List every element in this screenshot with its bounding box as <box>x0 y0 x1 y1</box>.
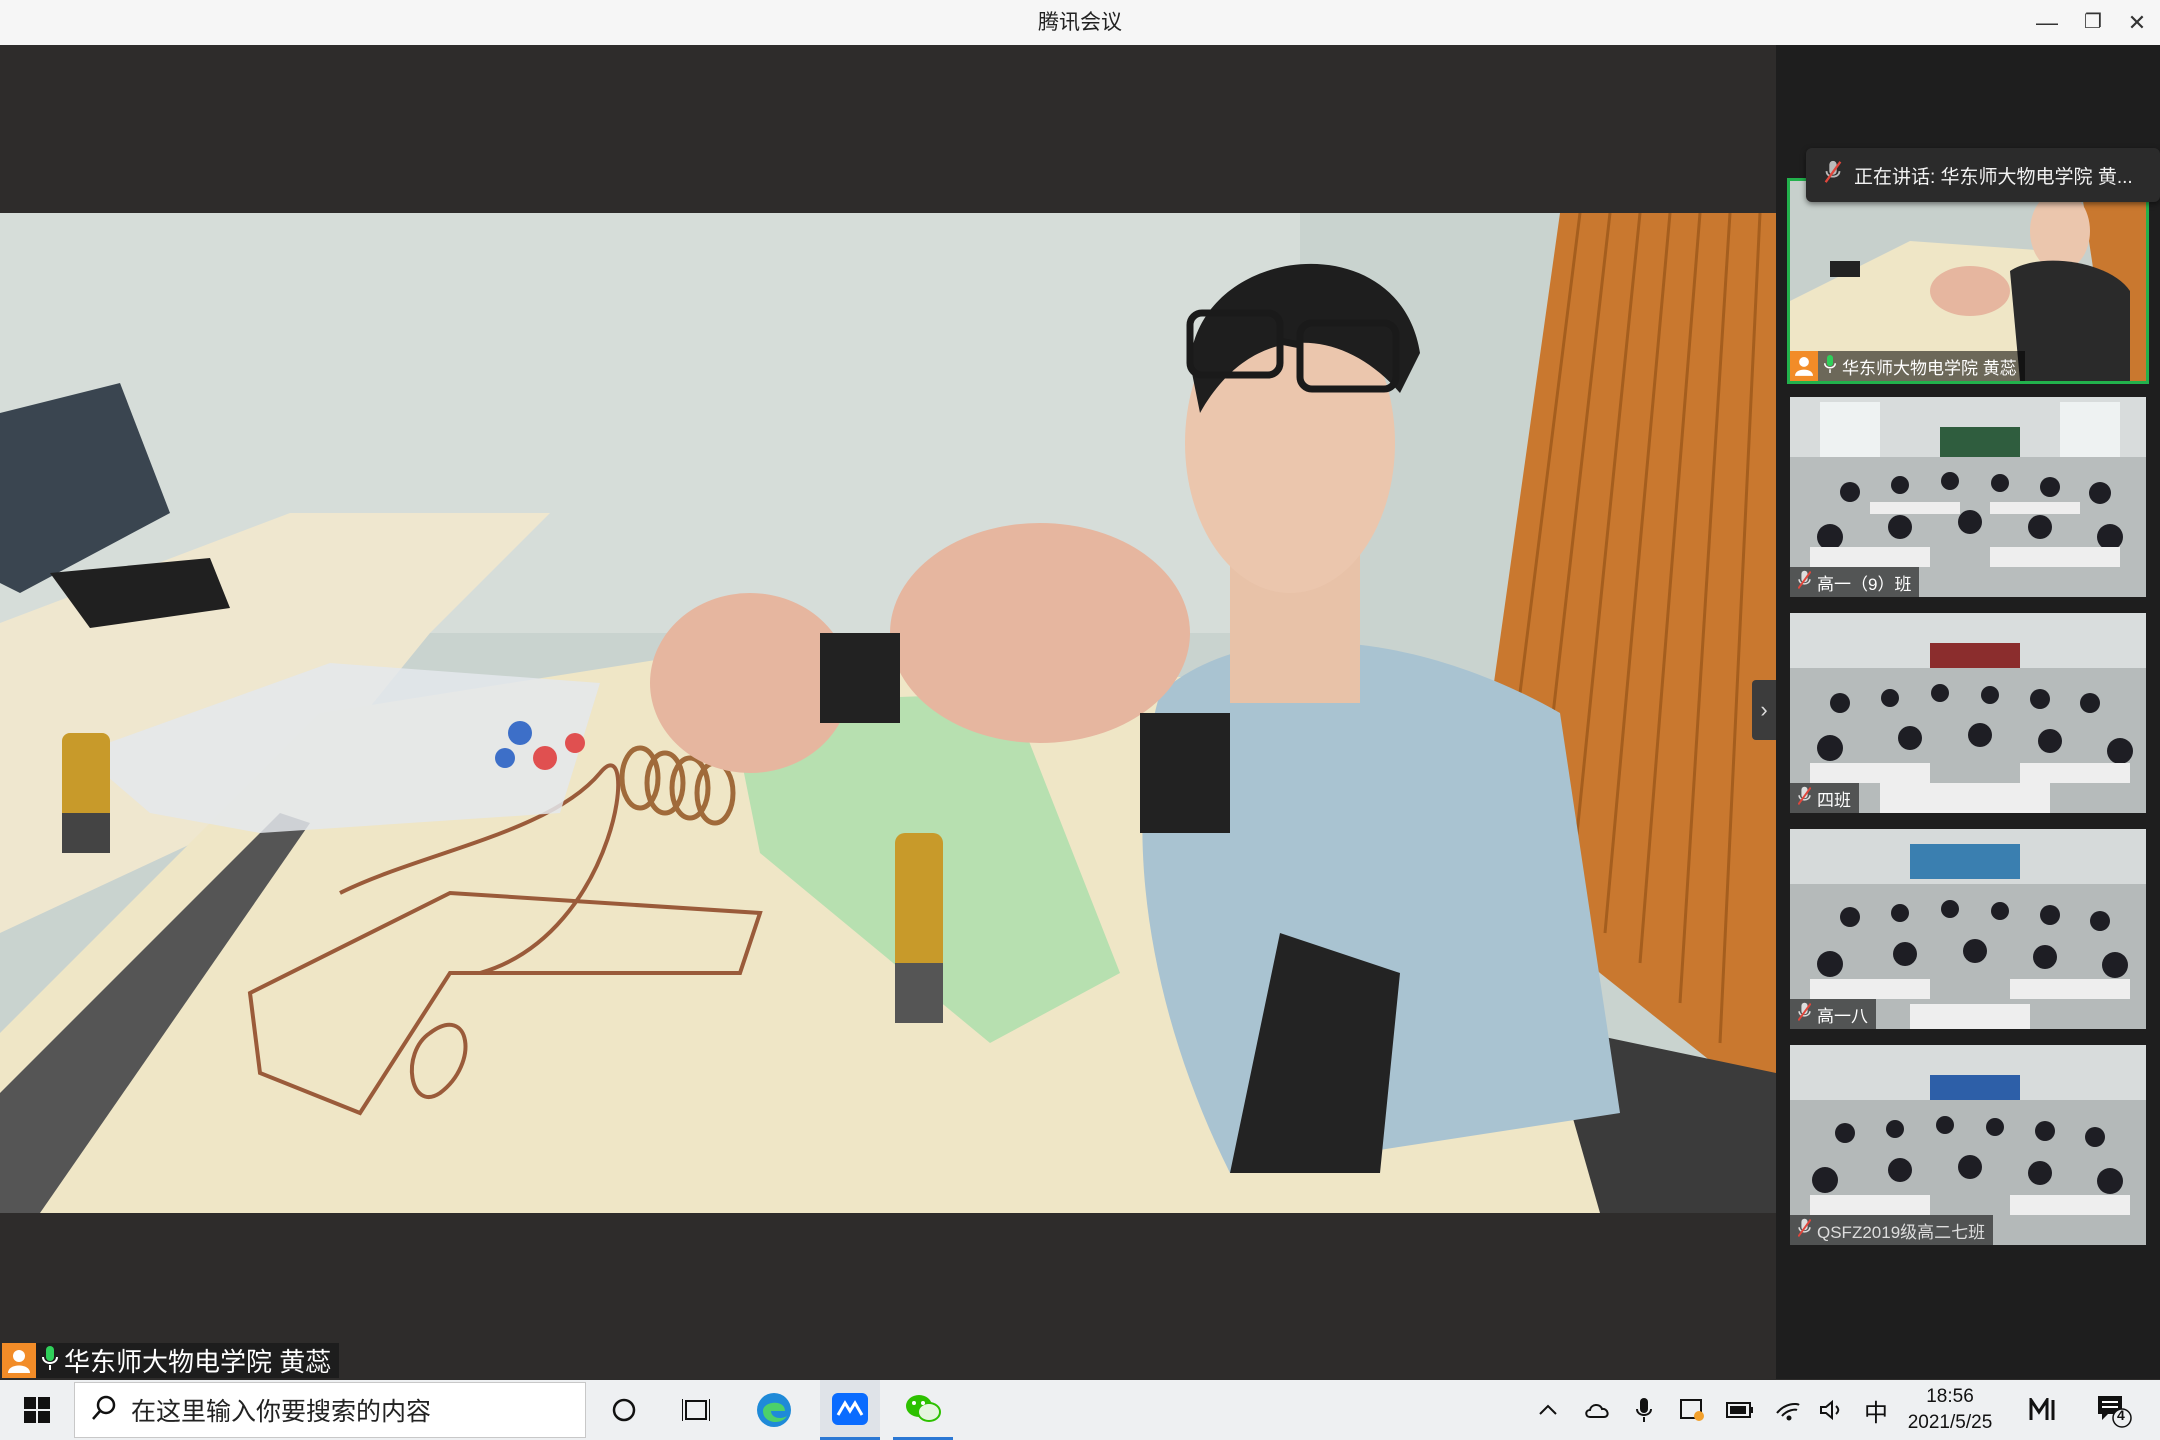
search-placeholder: 在这里输入你要搜索的内容 <box>131 1398 432 1426</box>
participant-label: 高一（9）班 <box>1790 567 1920 597</box>
search-icon <box>91 1395 117 1426</box>
taskbar-clock[interactable]: 18:56 2021/5/25 <box>1890 1380 2010 1440</box>
notification-count-badge: 4 <box>2117 1407 2125 1423</box>
meet-app-icon[interactable] <box>2022 1380 2068 1440</box>
expand-panel-button[interactable]: › <box>1752 680 1776 740</box>
close-button[interactable]: ✕ <box>2114 0 2160 45</box>
windows-start-icon[interactable] <box>14 1380 60 1440</box>
clock-time: 18:56 <box>1926 1386 1974 1407</box>
wechat-icon[interactable] <box>893 1380 953 1440</box>
window-title: 腾讯会议 <box>1038 11 1122 34</box>
microphone-on-icon <box>1824 354 1836 379</box>
microphone-muted-icon <box>1797 786 1812 811</box>
main-speaker-label: 华东师大物电学院 黄蕊 <box>2 1343 340 1378</box>
participant-tile[interactable]: 高一（9）班 <box>1790 397 2146 597</box>
participant-name: 四班 <box>1817 790 1851 810</box>
clock-date: 2021/5/25 <box>1907 1412 1993 1433</box>
show-hidden-icons-chevron-up-icon[interactable] <box>1530 1380 1566 1440</box>
wifi-icon[interactable] <box>1768 1380 1808 1440</box>
microphone-muted-icon <box>1797 1002 1812 1027</box>
speaker-name: 华东师大物电学院 黄蕊 <box>64 1347 332 1377</box>
taskbar-search-box[interactable]: 在这里输入你要搜索的内容 <box>74 1382 586 1438</box>
user-avatar-icon <box>1790 351 1818 381</box>
participant-tile-active[interactable]: 华东师大物电学院 黄蕊 <box>1787 178 2149 384</box>
minimize-button[interactable]: — <box>2024 0 2070 45</box>
participant-label: 四班 <box>1790 783 1859 813</box>
sync-status-icon[interactable] <box>1672 1380 1712 1440</box>
tencent-meeting-app-icon[interactable] <box>820 1380 880 1440</box>
participant-name: 高一（9）班 <box>1817 574 1912 594</box>
participant-tile[interactable]: 高一八 <box>1790 829 2146 1029</box>
title-bar: 腾讯会议 — ❐ ✕ <box>0 0 2160 45</box>
windows-taskbar: 在这里输入你要搜索的内容 中 18:56 2021/5/25 4 <box>0 1380 2160 1440</box>
main-video-feed[interactable] <box>0 213 1776 1213</box>
user-avatar-icon <box>2 1343 36 1378</box>
microphone-on-icon <box>42 1345 58 1376</box>
main-stage <box>0 45 1776 1379</box>
participant-tile[interactable]: 四班 <box>1790 613 2146 813</box>
edge-browser-icon[interactable] <box>748 1380 800 1440</box>
participant-name: QSFZ2019级高二七班 <box>1817 1222 1986 1242</box>
participant-label: QSFZ2019级高二七班 <box>1790 1215 1994 1245</box>
restore-button[interactable]: ❐ <box>2070 0 2116 45</box>
speaking-indicator-banner: 正在讲话: 华东师大物电学院 黄... <box>1806 148 2160 202</box>
video-frame-illustration <box>0 213 1776 1213</box>
microphone-muted-icon <box>1797 570 1812 595</box>
participant-name: 华东师大物电学院 黄蕊 <box>1842 358 2017 378</box>
participant-label: 高一八 <box>1790 999 1876 1029</box>
microphone-muted-icon <box>1797 1218 1812 1243</box>
microphone-muted-icon <box>1824 160 1842 190</box>
volume-icon[interactable] <box>1814 1380 1850 1440</box>
participant-label: 华东师大物电学院 黄蕊 <box>1790 351 2025 381</box>
task-view-icon[interactable] <box>672 1380 720 1440</box>
participant-name: 高一八 <box>1817 1006 1868 1026</box>
battery-icon[interactable] <box>1720 1380 1760 1440</box>
microphone-tray-icon[interactable] <box>1626 1380 1662 1440</box>
speaking-banner-text: 正在讲话: 华东师大物电学院 黄... <box>1854 166 2133 188</box>
notification-center-icon[interactable]: 4 <box>2086 1380 2142 1440</box>
participant-tile[interactable]: QSFZ2019级高二七班 <box>1790 1045 2146 1245</box>
onedrive-cloud-icon[interactable] <box>1578 1380 1618 1440</box>
cortana-icon[interactable] <box>600 1380 648 1440</box>
